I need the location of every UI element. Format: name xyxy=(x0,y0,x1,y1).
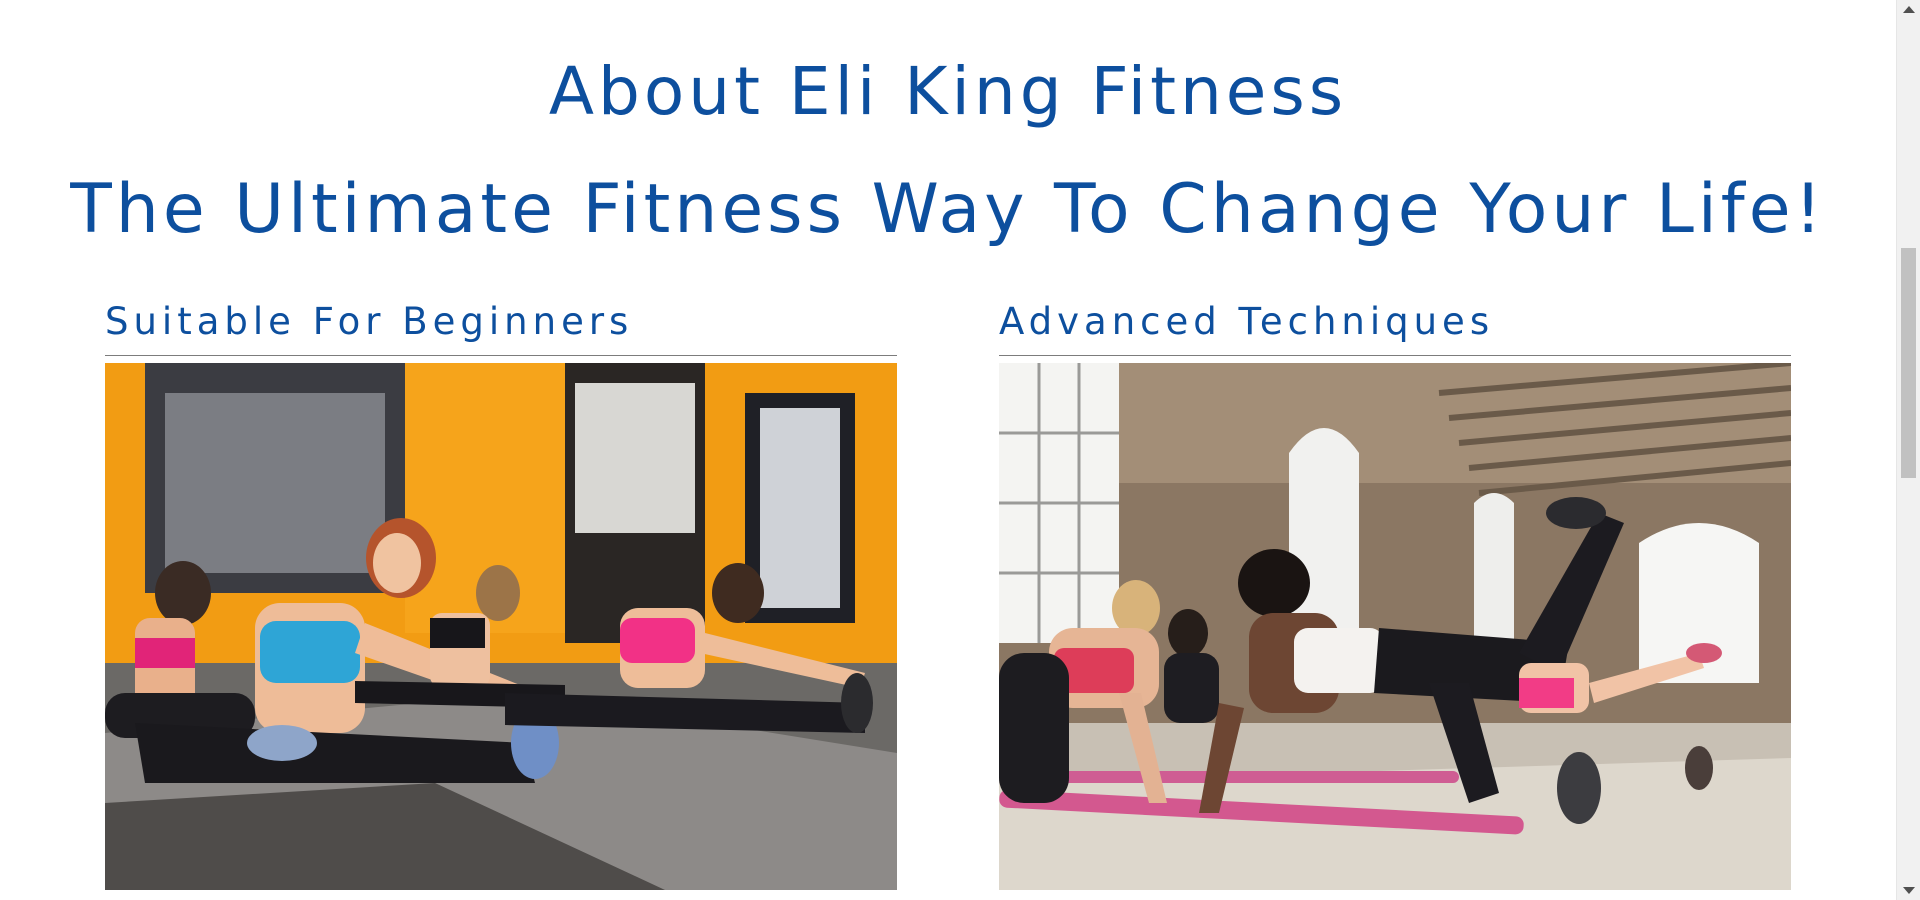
beginners-heading: Suitable For Beginners xyxy=(105,300,634,343)
advanced-photo xyxy=(999,363,1791,890)
beginners-card: Suitable For Beginners xyxy=(105,300,897,890)
about-title: About Eli King Fitness xyxy=(548,53,1348,130)
heading-divider xyxy=(999,355,1791,356)
heading-divider xyxy=(105,355,897,356)
about-subtitle: The Ultimate Fitness Way To Change Your … xyxy=(70,170,1826,249)
vertical-scrollbar[interactable] xyxy=(1896,0,1920,900)
beginners-photo xyxy=(105,363,897,890)
scroll-up-arrow-icon[interactable] xyxy=(1903,6,1915,13)
scroll-down-arrow-icon[interactable] xyxy=(1903,887,1915,894)
scroll-thumb[interactable] xyxy=(1901,248,1916,478)
advanced-heading: Advanced Techniques xyxy=(999,300,1495,343)
page: About Eli King Fitness The Ultimate Fitn… xyxy=(0,0,1896,900)
advanced-card: Advanced Techniques xyxy=(999,300,1791,890)
